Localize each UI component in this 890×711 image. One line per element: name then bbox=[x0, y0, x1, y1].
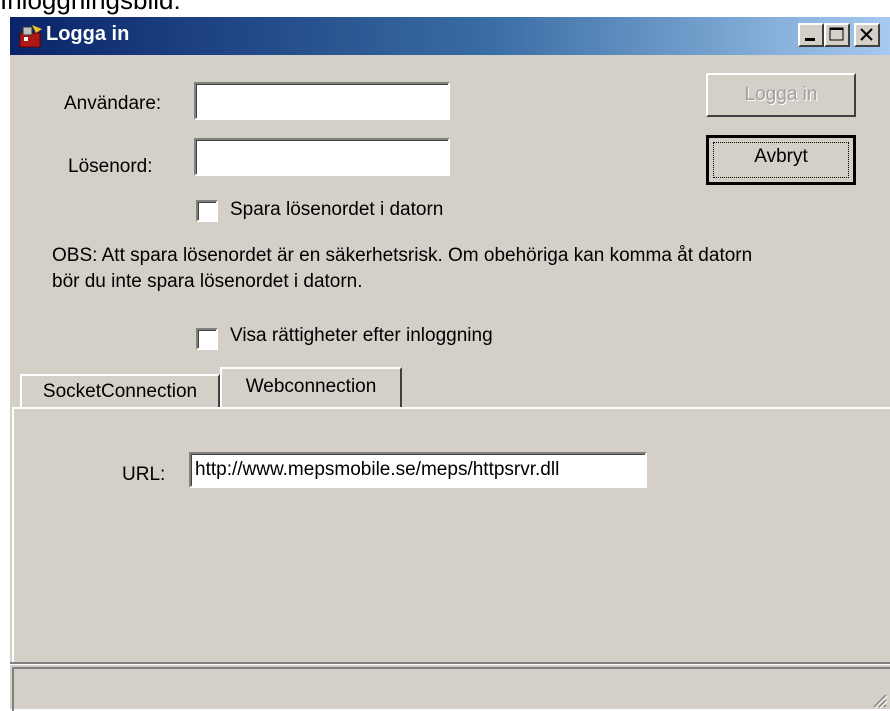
title-bar[interactable]: Logga in bbox=[10, 17, 890, 55]
minimize-icon bbox=[805, 38, 815, 41]
url-field[interactable] bbox=[189, 452, 647, 488]
resize-grip-icon[interactable] bbox=[870, 691, 888, 709]
show-rights-checkbox[interactable] bbox=[196, 328, 218, 350]
webconnection-tab-panel: URL: bbox=[12, 407, 890, 662]
login-dialog: Logga in Användare: Lösenord: Logga in A… bbox=[8, 15, 890, 711]
focus-rectangle bbox=[713, 142, 849, 178]
app-icon bbox=[19, 25, 42, 48]
minimize-button[interactable] bbox=[798, 23, 824, 47]
password-label: Lösenord: bbox=[68, 156, 153, 177]
login-button[interactable]: Logga in bbox=[706, 73, 856, 117]
close-icon bbox=[860, 28, 873, 41]
save-password-label[interactable]: Spara lösenordet i datorn bbox=[230, 199, 443, 221]
password-field[interactable] bbox=[194, 138, 450, 176]
tab-webconnection[interactable]: Webconnection bbox=[220, 367, 402, 409]
url-label: URL: bbox=[122, 464, 166, 485]
page-caption: Inloggningsbild: bbox=[0, 0, 181, 15]
username-label: Användare: bbox=[64, 93, 162, 114]
save-password-checkbox[interactable] bbox=[196, 200, 218, 222]
window-title: Logga in bbox=[46, 23, 130, 45]
tab-socketconnection[interactable]: SocketConnection bbox=[20, 374, 220, 408]
maximize-icon bbox=[829, 27, 844, 41]
status-bar bbox=[12, 667, 890, 711]
status-separator bbox=[10, 662, 890, 665]
warning-text-line-2: bör du inte spara lösenordet i datorn. bbox=[52, 271, 363, 292]
close-button[interactable] bbox=[854, 23, 880, 47]
warning-text-line-1: OBS: Att spara lösenordet är en säkerhet… bbox=[52, 245, 753, 266]
maximize-button[interactable] bbox=[824, 23, 850, 47]
cancel-button[interactable]: Avbryt bbox=[706, 135, 856, 185]
username-field[interactable] bbox=[194, 82, 450, 120]
show-rights-label[interactable]: Visa rättigheter efter inloggning bbox=[230, 325, 493, 347]
